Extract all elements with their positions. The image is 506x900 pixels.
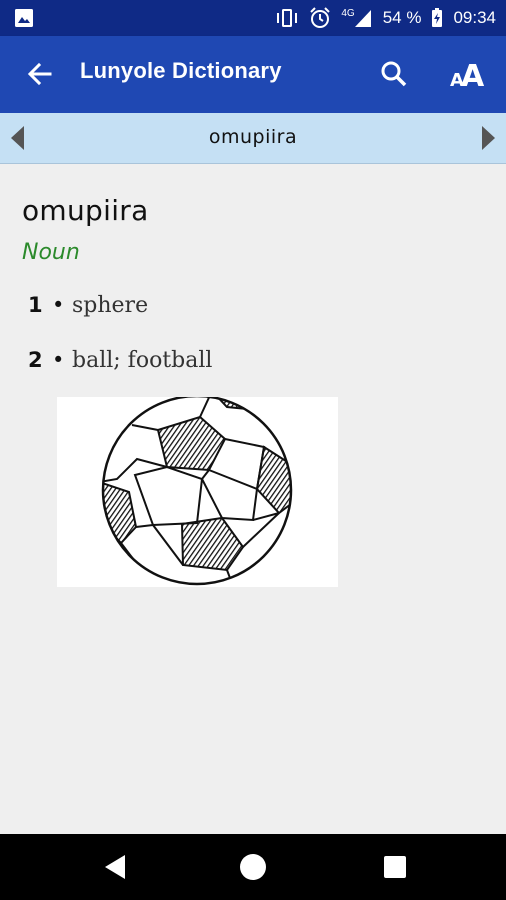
sense-bullet: • — [52, 348, 65, 372]
current-word: omupiira — [208, 126, 298, 148]
back-arrow-icon[interactable] — [26, 60, 54, 88]
vibrate-icon — [277, 9, 298, 27]
sense-gloss: sphere — [72, 293, 149, 318]
gallery-notification-icon — [15, 9, 33, 27]
nav-back-icon[interactable] — [101, 853, 129, 881]
search-icon[interactable] — [378, 58, 410, 90]
sense-gloss: ball; football — [72, 348, 213, 373]
signal-icon — [354, 10, 371, 27]
battery-icon — [432, 8, 443, 27]
sense-item: 1 • sphere — [28, 293, 148, 318]
app-bar: Lunyole Dictionary A A — [0, 36, 506, 113]
next-word-arrow-icon[interactable] — [478, 125, 498, 151]
battery-percent: 54 % — [382, 8, 422, 27]
soccer-ball-image — [101, 394, 293, 586]
entry-headword: omupiira — [22, 194, 149, 227]
entry-picture — [57, 394, 338, 587]
alarm-icon — [310, 7, 331, 28]
font-size-icon: A A — [450, 59, 485, 94]
nav-home-icon[interactable] — [239, 853, 267, 881]
sense-item: 2 • ball; football — [28, 348, 212, 373]
part-of-speech: Noun — [22, 240, 80, 265]
sense-number: 1 — [28, 293, 43, 317]
nav-recents-icon[interactable] — [381, 853, 409, 881]
app-title: Lunyole Dictionary — [80, 58, 282, 83]
clock: 09:34 — [453, 8, 496, 27]
word-navigation-bar: omupiira — [0, 113, 506, 164]
sense-number: 2 — [28, 348, 43, 372]
font-size-button[interactable]: A A — [448, 56, 488, 94]
system-navigation-bar — [0, 834, 506, 900]
svg-text:A: A — [461, 59, 485, 92]
sense-bullet: • — [52, 293, 65, 317]
status-bar: 4G 54 % 09:34 — [0, 0, 506, 36]
